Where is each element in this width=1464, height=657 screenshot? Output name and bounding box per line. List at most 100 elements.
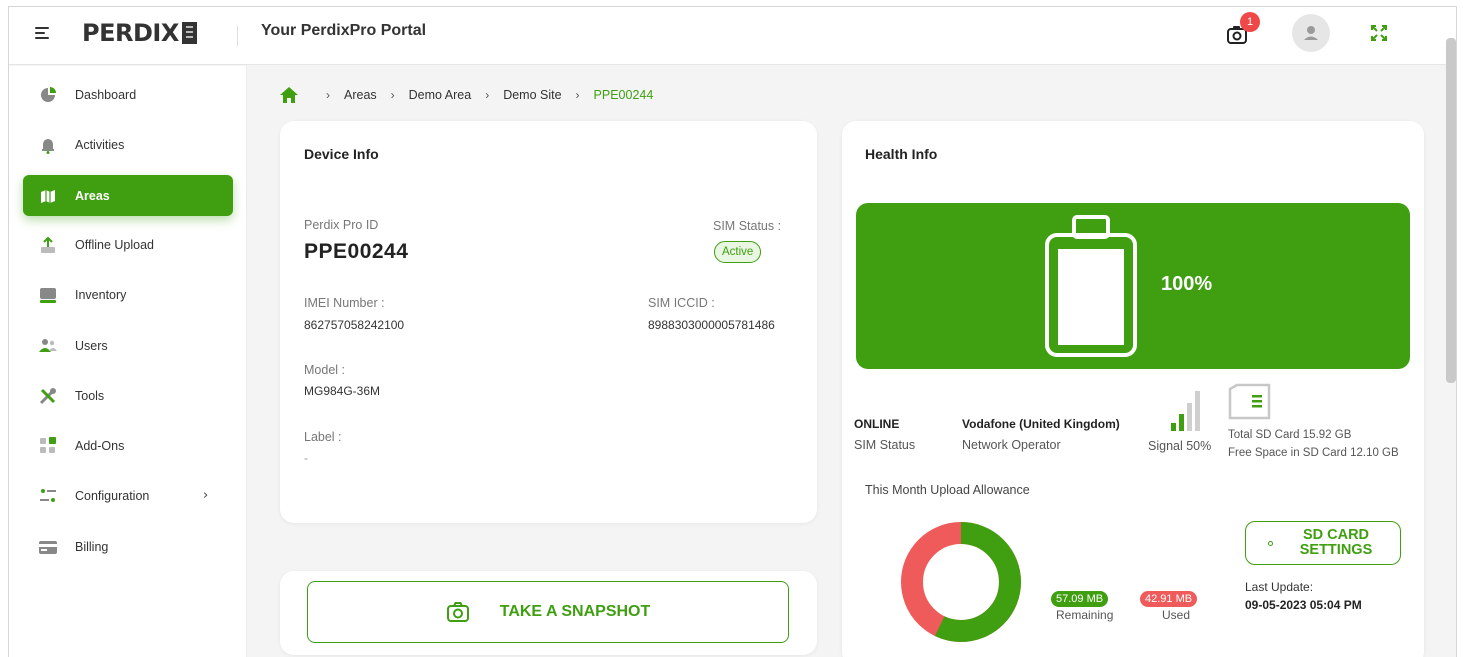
device-info-title: Device Info <box>304 146 379 162</box>
breadcrumb-demo-site[interactable]: Demo Site <box>503 88 561 102</box>
battery-percent: 100% <box>1161 273 1213 295</box>
sd-card-settings-label: SD CARD SETTINGS <box>1299 527 1373 558</box>
last-update-value: 09-05-2023 05:04 PM <box>1245 598 1362 612</box>
menu-icon[interactable] <box>35 27 49 39</box>
sidebar-item-inventory[interactable]: Inventory <box>23 274 233 315</box>
battery-fill <box>1058 249 1124 345</box>
health-info-card: Health Info 100% ONLINE SIM Status Vodaf… <box>842 121 1424 657</box>
dashboard-icon <box>41 87 56 102</box>
used-chip: 42.91 MB <box>1140 591 1198 607</box>
map-icon <box>41 190 55 203</box>
imei-label: IMEI Number : <box>304 296 385 310</box>
battery-icon <box>1045 215 1137 357</box>
addons-icon <box>40 437 56 453</box>
sidebar-item-areas[interactable]: Areas <box>23 175 233 216</box>
snapshot-card: TAKE A SNAPSHOT <box>280 571 817 655</box>
network-operator-value: Vodafone (United Kingdom) <box>962 417 1120 431</box>
sim-iccid-value: 8988303000005781486 <box>648 318 775 332</box>
sidebar-item-add-ons[interactable]: Add-Ons <box>23 425 233 466</box>
tools-icon <box>39 388 56 405</box>
breadcrumb-current: PPE00244 <box>593 88 654 102</box>
signal-bar <box>1195 391 1200 431</box>
inventory-icon <box>40 288 56 303</box>
sidebar-item-label: Areas <box>75 188 110 203</box>
perdix-id-label: Perdix Pro ID <box>304 218 379 232</box>
sidebar-item-label: Billing <box>75 539 109 554</box>
remaining-chip: 57.09 MB <box>1051 591 1109 607</box>
breadcrumb-demo-area[interactable]: Demo Area <box>409 88 472 102</box>
sidebar: Dashboard Activities Areas Offline Uploa… <box>9 66 247 657</box>
breadcrumb-areas[interactable]: Areas <box>344 88 377 102</box>
network-operator-caption: Network Operator <box>962 438 1061 452</box>
chevron-right-icon: › <box>203 488 209 503</box>
signal-bar <box>1179 414 1184 431</box>
settings-dot-icon <box>1268 541 1273 546</box>
remaining-label: Remaining <box>1056 608 1114 622</box>
breadcrumb-separator: › <box>326 88 330 102</box>
sidebar-item-label: Add-Ons <box>75 438 125 453</box>
signal-bar <box>1171 423 1176 431</box>
portal-title: Your PerdixPro Portal <box>261 22 427 39</box>
fullscreen-icon[interactable] <box>1370 24 1388 42</box>
header-divider <box>237 26 238 46</box>
camera-icon <box>446 602 469 622</box>
sidebar-item-label: Configuration <box>75 488 150 503</box>
sidebar-item-label: Tools <box>75 388 105 403</box>
model-label: Model : <box>304 363 345 377</box>
breadcrumb-separator: › <box>390 88 395 102</box>
sidebar-item-label: Dashboard <box>75 87 137 102</box>
sidebar-item-activities[interactable]: Activities <box>23 124 233 165</box>
users-icon <box>39 339 57 352</box>
take-snapshot-button[interactable]: TAKE A SNAPSHOT <box>307 581 789 643</box>
sim-status-badge: Active <box>714 241 762 263</box>
upload-icon <box>41 236 55 253</box>
model-value: MG984G-36M <box>304 384 381 398</box>
page-scrollbar[interactable] <box>1446 38 1456 383</box>
breadcrumb: › Areas › Demo Area › Demo Site › PPE002… <box>280 85 653 105</box>
sidebar-item-label: Activities <box>75 137 125 152</box>
label-value: - <box>304 451 308 465</box>
upload-allowance-donut <box>901 522 1021 642</box>
home-icon[interactable] <box>280 87 298 103</box>
sd-free: Free Space in SD Card 12.10 GB <box>1228 447 1399 459</box>
sd-total: Total SD Card 15.92 GB <box>1228 429 1352 441</box>
sidebar-item-users[interactable]: Users <box>23 325 233 366</box>
sim-online-status: ONLINE <box>854 417 900 431</box>
last-update-label: Last Update: <box>1245 580 1314 594</box>
sidebar-item-configuration[interactable]: Configuration › <box>23 475 233 516</box>
perdix-id-value: PPE00244 <box>304 240 409 263</box>
notification-badge[interactable]: 1 <box>1240 12 1260 32</box>
sim-iccid-label: SIM ICCID : <box>648 296 715 310</box>
device-info-card: Device Info Perdix Pro ID PPE00244 SIM S… <box>280 121 817 523</box>
upload-allowance-title: This Month Upload Allowance <box>865 483 1030 497</box>
sd-card-icon <box>1228 383 1271 420</box>
sidebar-item-label: Inventory <box>75 287 127 302</box>
user-icon <box>1304 26 1318 40</box>
sim-status-label: SIM Status : <box>713 219 782 233</box>
take-snapshot-label: TAKE A SNAPSHOT <box>499 603 651 620</box>
imei-value: 862757058242100 <box>304 318 405 332</box>
breadcrumb-separator: › <box>485 88 490 102</box>
signal-icon <box>1171 391 1200 431</box>
sidebar-item-dashboard[interactable]: Dashboard <box>23 74 233 115</box>
signal-strength: Signal 50% <box>1148 439 1212 453</box>
sidebar-item-offline-upload[interactable]: Offline Upload <box>23 224 233 265</box>
billing-icon <box>39 541 57 554</box>
battery-panel: 100% <box>856 203 1410 369</box>
perdix-logo: PERDIX <box>82 19 197 47</box>
user-avatar[interactable] <box>1292 14 1330 52</box>
health-info-title: Health Info <box>865 146 938 162</box>
breadcrumb-separator: › <box>575 88 580 102</box>
bell-icon <box>42 139 54 154</box>
app-window: PERDIX Your PerdixPro Portal 1 Dashboard… <box>8 6 1457 657</box>
configuration-icon <box>40 489 56 502</box>
sidebar-item-tools[interactable]: Tools <box>23 375 233 416</box>
sim-status-caption: SIM Status <box>854 438 916 452</box>
sidebar-item-billing[interactable]: Billing <box>23 526 233 567</box>
sidebar-item-label: Users <box>75 338 108 353</box>
label-label: Label : <box>304 430 342 444</box>
used-label: Used <box>1162 608 1191 622</box>
sd-card-settings-button[interactable]: SD CARD SETTINGS <box>1245 521 1401 565</box>
top-bar: PERDIX Your PerdixPro Portal 1 <box>9 7 1456 65</box>
signal-bar <box>1187 403 1192 431</box>
